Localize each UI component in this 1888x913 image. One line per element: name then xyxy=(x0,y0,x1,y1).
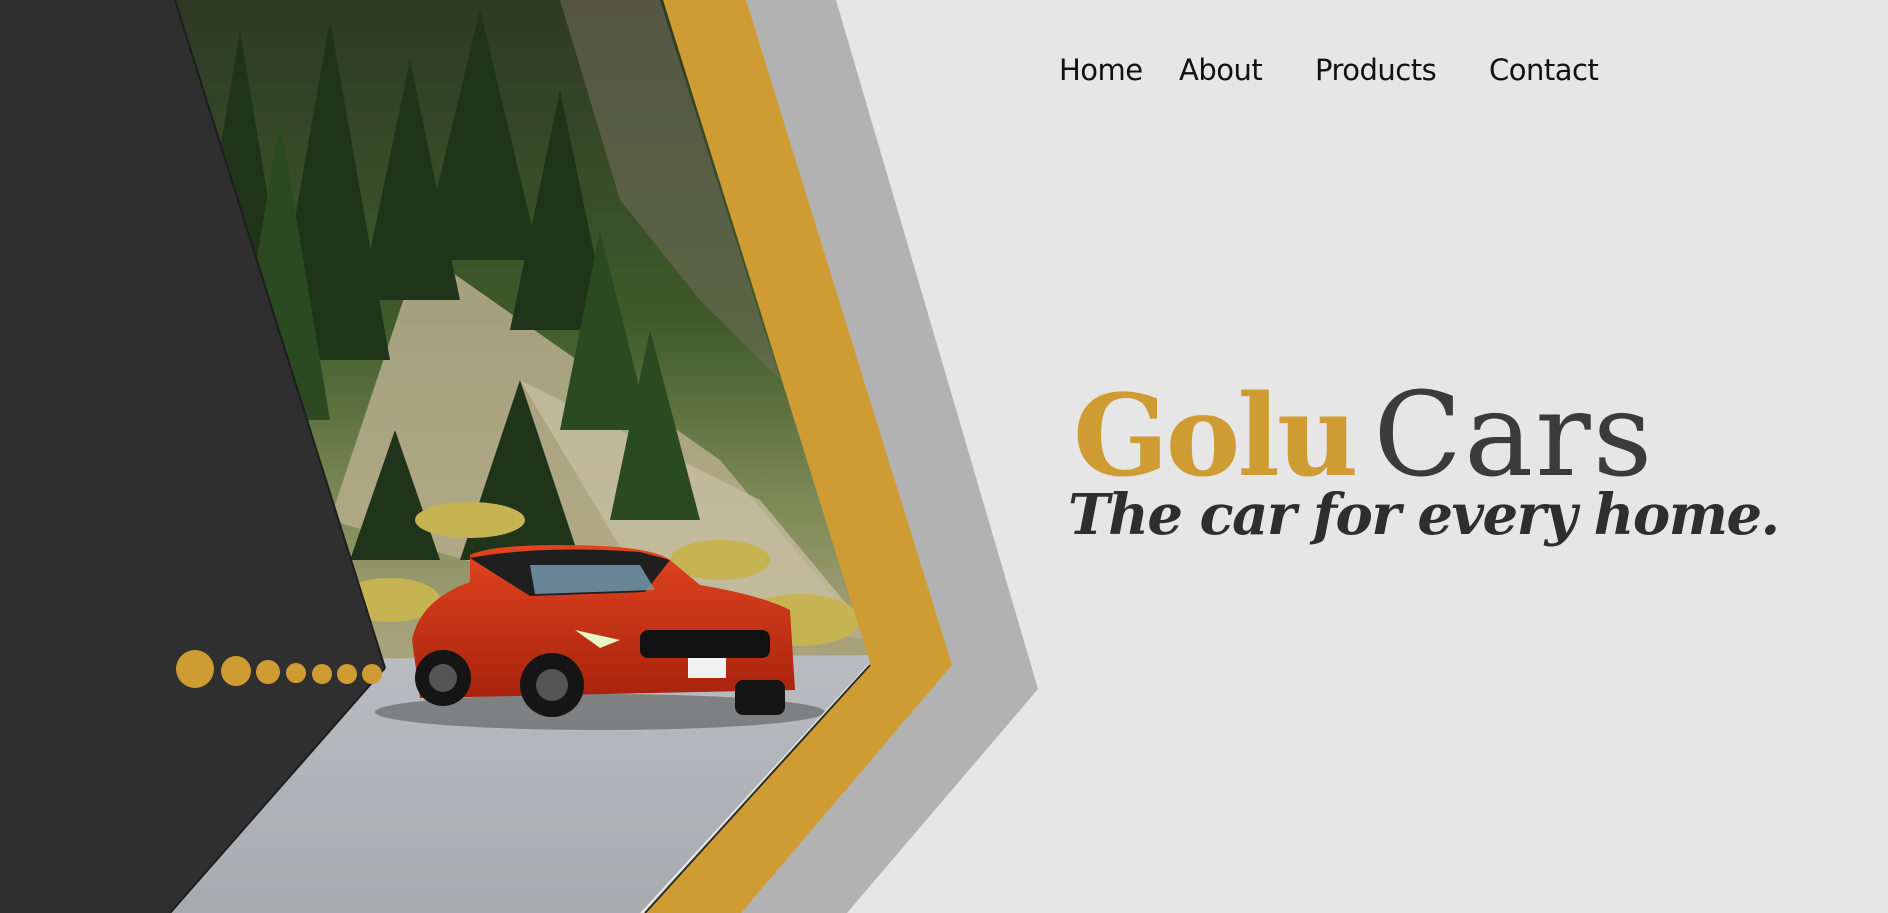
nav-about-link[interactable]: About xyxy=(1179,53,1315,93)
nav-home-link[interactable]: Home xyxy=(1059,53,1179,93)
carousel-dot-3[interactable] xyxy=(256,660,280,684)
carousel-dot-7[interactable] xyxy=(362,664,382,684)
carousel-dot-2[interactable] xyxy=(221,656,251,686)
carousel-dot-1[interactable] xyxy=(176,650,214,688)
brand-logo: Golu Cars xyxy=(1073,368,1652,503)
brand-tagline: The car for every home. xyxy=(1068,482,1780,548)
carousel-dot-6[interactable] xyxy=(337,664,357,684)
carousel-dot-5[interactable] xyxy=(312,664,332,684)
nav-contact-link[interactable]: Contact xyxy=(1489,53,1609,93)
main-nav: Home About Products Contact xyxy=(1059,53,1609,93)
nav-products-link[interactable]: Products xyxy=(1315,53,1489,93)
carousel-dot-4[interactable] xyxy=(286,663,306,683)
